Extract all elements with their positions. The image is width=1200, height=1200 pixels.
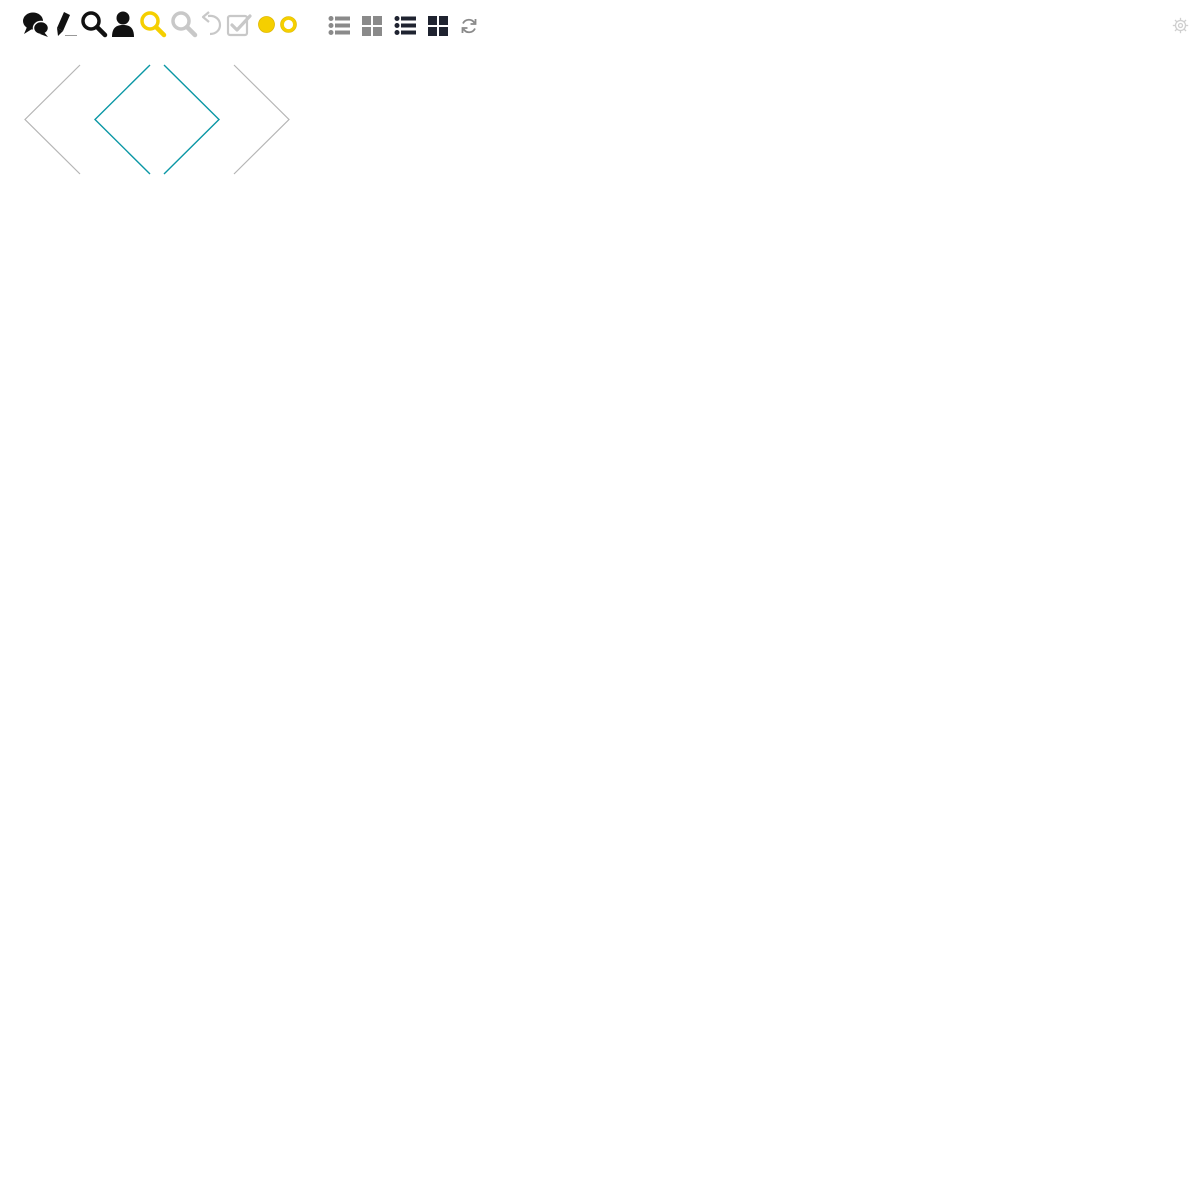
chat-bubbles-icon[interactable] (22, 10, 50, 38)
ring-icon[interactable] (279, 15, 298, 34)
checkbox-icon[interactable] (226, 11, 252, 37)
settings-icon[interactable] (1172, 17, 1189, 34)
list-view-icon[interactable] (328, 15, 350, 36)
user-icon[interactable] (110, 10, 136, 38)
previous-chevron[interactable] (24, 64, 81, 175)
search-icon[interactable] (80, 10, 108, 38)
filled-circle-icon[interactable] (257, 15, 276, 34)
next-chevron[interactable] (233, 64, 290, 175)
list-view-active-icon[interactable] (394, 15, 416, 36)
undo-icon[interactable] (200, 11, 224, 37)
slide-navigator (22, 62, 292, 178)
top-toolbar (0, 0, 1200, 50)
search-disabled-icon[interactable] (170, 10, 198, 38)
refresh-icon[interactable] (460, 17, 478, 35)
current-diamond-left[interactable] (94, 64, 151, 175)
pencil-icon[interactable] (52, 10, 78, 38)
current-diamond-right[interactable] (163, 64, 220, 175)
search-highlighted-icon[interactable] (139, 10, 167, 38)
grid-view-icon[interactable] (362, 16, 382, 36)
grid-view-active-icon[interactable] (428, 16, 448, 36)
